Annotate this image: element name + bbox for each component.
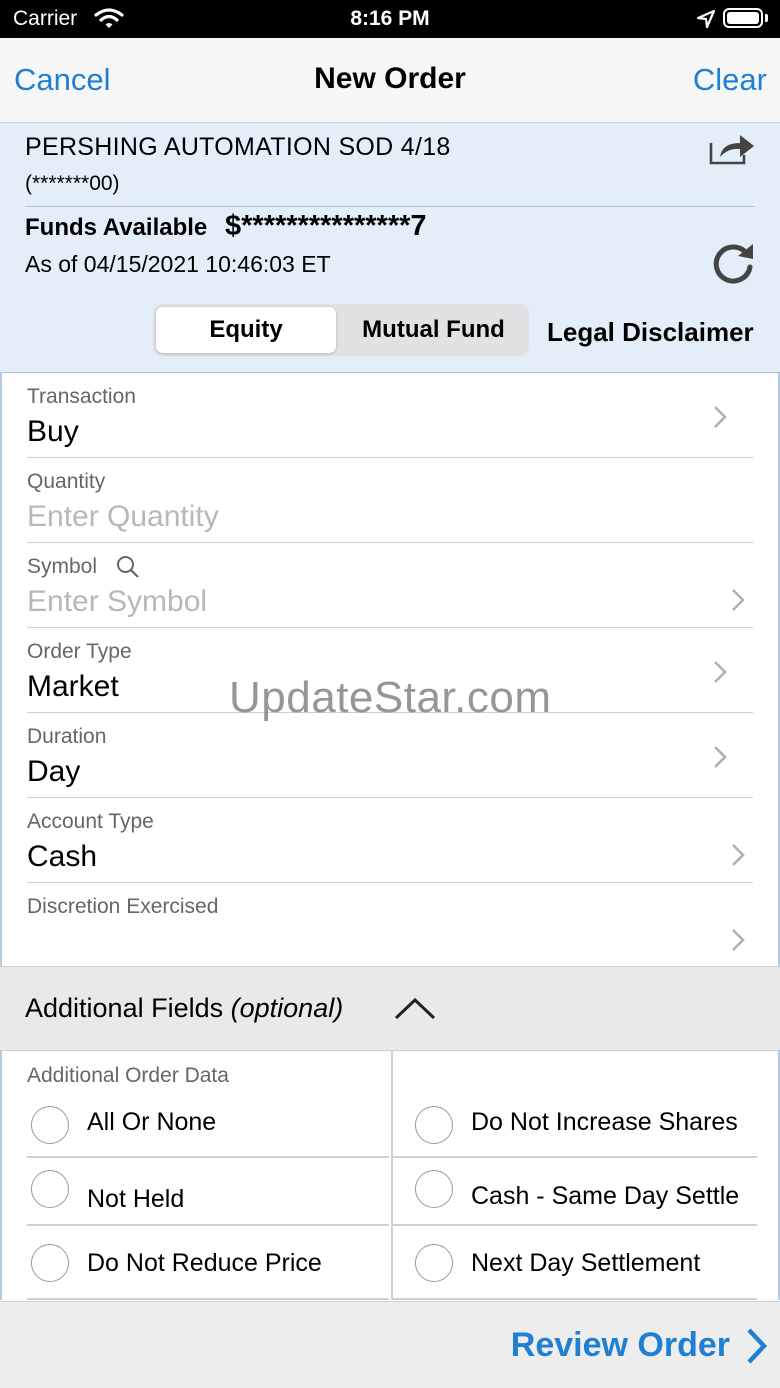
segment-mutual-fund[interactable]: Mutual Fund — [341, 307, 526, 353]
funds-available-label: Funds Available — [25, 214, 208, 241]
order-type-value: Market — [27, 670, 119, 703]
chevron-right-icon — [731, 843, 745, 872]
all-or-none-label[interactable]: All Or None — [87, 1108, 216, 1137]
row-divider — [27, 1156, 389, 1158]
order-type-label: Order Type — [27, 640, 132, 663]
additional-fields-title: Additional Fields (optional) — [25, 993, 343, 1024]
row-divider — [27, 1224, 389, 1226]
account-type-value: Cash — [27, 840, 98, 873]
symbol-input[interactable]: Enter Symbol — [27, 585, 207, 619]
battery-icon — [723, 8, 763, 28]
not-held-label[interactable]: Not Held — [87, 1185, 184, 1214]
do-not-reduce-price-label[interactable]: Do Not Reduce Price — [87, 1249, 322, 1278]
segment-equity[interactable]: Equity — [156, 307, 336, 353]
cash-same-day-settle-radio[interactable] — [415, 1170, 453, 1208]
row-divider — [393, 1156, 757, 1158]
watermark: UpdateStar.com — [229, 673, 552, 722]
row-divider — [393, 1224, 757, 1226]
security-type-segmented-control: Equity Mutual Fund — [153, 304, 529, 356]
additional-fields-optional: (optional) — [230, 993, 344, 1023]
account-divider — [25, 206, 755, 207]
do-not-increase-shares-radio[interactable] — [415, 1106, 453, 1144]
transaction-label: Transaction — [27, 385, 136, 408]
order-form: Transaction Buy Quantity Enter Quantity … — [0, 373, 780, 966]
duration-value: Day — [27, 755, 81, 788]
grid-divider — [391, 1050, 393, 1300]
additional-order-data-label: Additional Order Data — [27, 1064, 229, 1087]
account-type-label: Account Type — [27, 810, 154, 833]
account-number: (*******00) — [25, 172, 120, 195]
next-day-settlement-radio[interactable] — [415, 1244, 453, 1282]
chevron-right-icon — [713, 660, 727, 689]
row-divider — [27, 1298, 389, 1300]
all-or-none-radio[interactable] — [31, 1106, 69, 1144]
nav-bar: Cancel New Order Clear — [0, 38, 780, 123]
account-name: PERSHING AUTOMATION SOD 4/18 — [25, 133, 451, 161]
discretion-exercised-field[interactable]: Discretion Exercised — [27, 883, 753, 967]
additional-fields-title-text: Additional Fields — [25, 993, 224, 1023]
chevron-right-icon — [713, 405, 727, 434]
chevron-right-icon — [731, 928, 745, 957]
funds-as-of: As of 04/15/2021 10:46:03 ET — [25, 251, 331, 277]
next-day-settlement-label[interactable]: Next Day Settlement — [471, 1249, 700, 1278]
symbol-field[interactable]: Symbol Enter Symbol — [27, 543, 753, 628]
duration-label: Duration — [27, 725, 107, 748]
account-panel: PERSHING AUTOMATION SOD 4/18 (*******00)… — [0, 123, 780, 373]
quantity-field[interactable]: Quantity Enter Quantity — [27, 458, 753, 543]
chevron-right-icon — [713, 745, 727, 774]
quantity-input[interactable]: Enter Quantity — [27, 500, 219, 534]
status-bar: Carrier 8:16 PM — [0, 0, 780, 38]
account-type-field[interactable]: Account Type Cash — [27, 798, 753, 883]
symbol-label: Symbol — [27, 555, 98, 578]
chevron-right-icon[interactable] — [746, 1327, 768, 1370]
location-arrow-icon — [696, 9, 716, 34]
share-icon[interactable] — [708, 131, 756, 170]
row-divider — [393, 1298, 757, 1300]
funds-available-value: $***************7 — [225, 210, 427, 242]
transaction-field[interactable]: Transaction Buy — [27, 373, 753, 458]
additional-fields-header[interactable]: Additional Fields (optional) — [0, 966, 780, 1051]
footer-bar: Review Order — [0, 1301, 780, 1388]
chevron-up-icon[interactable] — [394, 997, 436, 1026]
discretion-exercised-label: Discretion Exercised — [27, 895, 219, 918]
duration-field[interactable]: Duration Day — [27, 713, 753, 798]
legal-disclaimer-link[interactable]: Legal Disclaimer — [547, 317, 754, 348]
refresh-icon[interactable] — [709, 239, 757, 292]
additional-order-data: Additional Order Data All Or None Do Not… — [0, 1050, 780, 1300]
do-not-increase-shares-label[interactable]: Do Not Increase Shares — [471, 1108, 738, 1137]
battery-cap — [765, 14, 768, 22]
page-title: New Order — [314, 62, 466, 95]
do-not-reduce-price-radio[interactable] — [31, 1244, 69, 1282]
clear-button[interactable]: Clear — [693, 62, 767, 98]
search-icon[interactable] — [116, 555, 140, 584]
transaction-value: Buy — [27, 415, 79, 448]
chevron-right-icon — [731, 588, 745, 617]
quantity-label: Quantity — [27, 470, 106, 493]
review-order-button[interactable]: Review Order — [511, 1326, 730, 1365]
status-time: 8:16 PM — [350, 7, 430, 30]
cash-same-day-settle-label[interactable]: Cash - Same Day Settle — [471, 1182, 739, 1211]
not-held-radio[interactable] — [31, 1170, 69, 1208]
